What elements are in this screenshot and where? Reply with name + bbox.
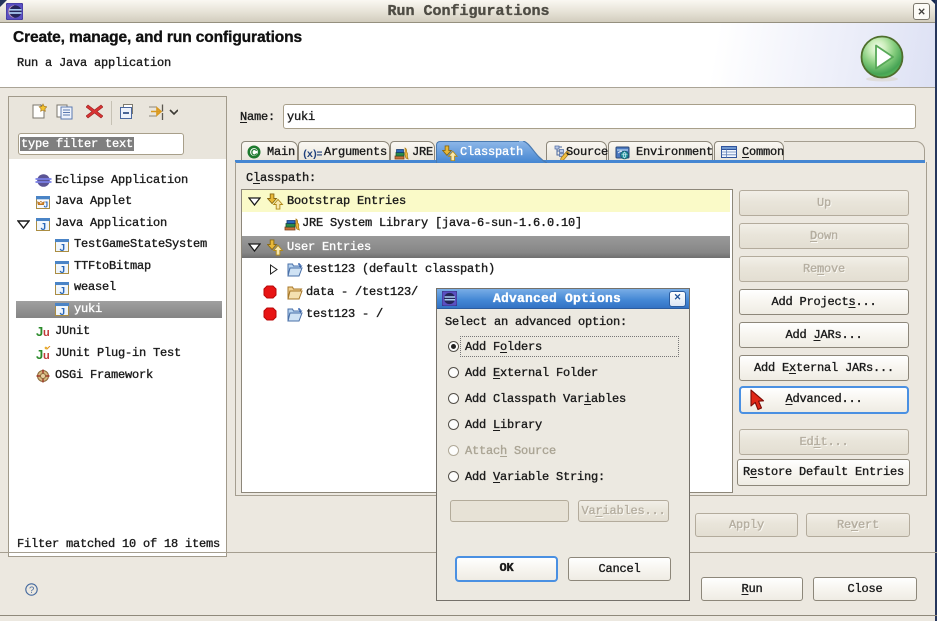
svg-text:u: u xyxy=(43,327,50,339)
svg-text:C: C xyxy=(251,148,258,158)
svg-text:J: J xyxy=(60,286,65,295)
svg-text:J: J xyxy=(41,222,46,231)
svg-text:?: ? xyxy=(29,585,34,596)
svg-text:(x)=: (x)= xyxy=(302,149,322,160)
svg-text:J: J xyxy=(36,347,43,361)
svg-text:J: J xyxy=(60,265,65,274)
svg-text:u: u xyxy=(43,350,50,361)
svg-text:J: J xyxy=(36,324,43,339)
svg-text:J: J xyxy=(60,243,65,252)
svg-text:J: J xyxy=(44,201,48,210)
svg-text:J: J xyxy=(60,307,65,316)
